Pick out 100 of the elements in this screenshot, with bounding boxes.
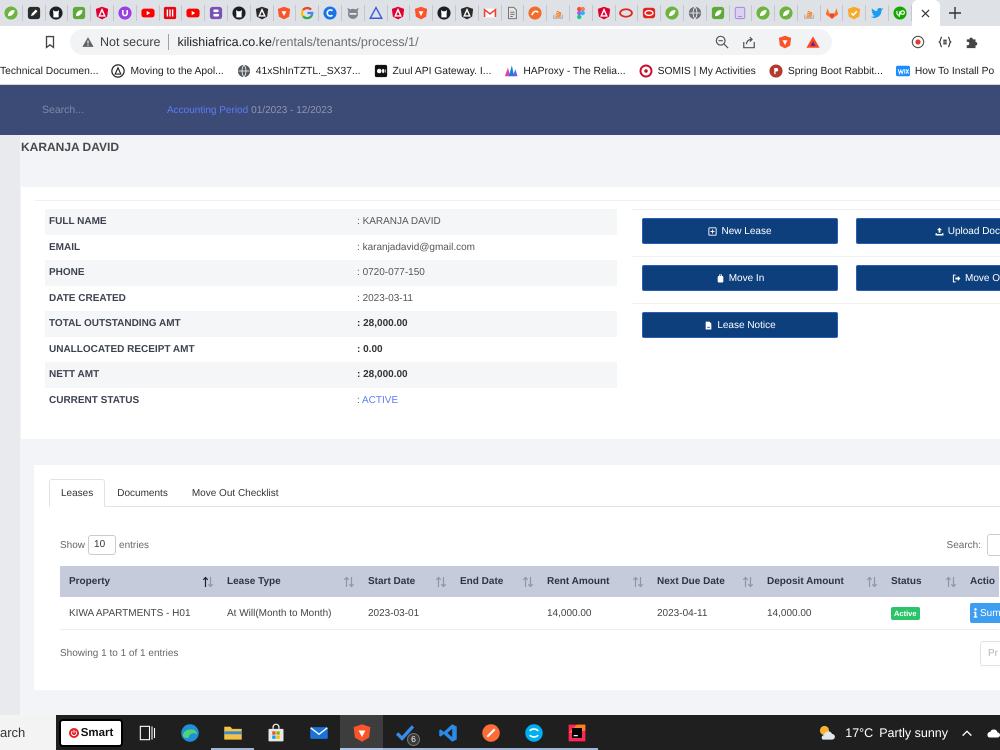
bars-square-icon	[209, 6, 224, 20]
play-icon	[186, 6, 200, 20]
warning-icon[interactable]	[82, 36, 94, 48]
bookmark-item[interactable]: 41xShInTZTL._SX37...	[236, 64, 361, 78]
accounting-period-value: 01/2023 - 12/2023	[251, 104, 332, 116]
search-field[interactable]: arch	[0, 715, 56, 750]
column-header[interactable]: Status	[882, 566, 961, 597]
bookmark-item[interactable]: HAProxy - The Relia...	[504, 64, 626, 78]
braces-icon[interactable]	[938, 35, 952, 49]
url-text[interactable]: kilishiafrica.co.ke/rentals/tenants/process/1/	[177, 35, 419, 49]
puzzle-icon[interactable]	[965, 35, 979, 49]
oval-square-icon	[642, 6, 656, 20]
shield-icon[interactable]	[778, 35, 792, 49]
tablet-icon	[733, 6, 748, 20]
triangle-circle-icon	[111, 64, 126, 78]
taskbar-app[interactable]	[340, 715, 383, 750]
column-header[interactable]: Lease Type	[218, 566, 359, 597]
shield-icon	[596, 6, 611, 20]
field-value: : karanjadavid@gmail.com	[356, 234, 617, 260]
upload-button[interactable]: Upload Doc	[856, 218, 1000, 244]
pencil-square-icon	[26, 6, 41, 20]
globe-icon	[688, 6, 702, 20]
sort-icon[interactable]	[202, 576, 214, 588]
cloud-icon[interactable]	[986, 728, 1000, 738]
entries-label: entries	[119, 540, 150, 550]
leaf-circle-icon	[756, 6, 770, 20]
tenant-name-heading: KARANJA DAVID	[21, 139, 120, 156]
pinned-shortcut[interactable]: Smart	[59, 718, 123, 746]
lease-notice-button[interactable]: Lease Notice	[642, 312, 838, 338]
info-icon	[973, 608, 978, 618]
square-logo-icon	[566, 722, 586, 742]
share-icon[interactable]	[742, 35, 756, 49]
ribbon-icon	[438, 722, 458, 742]
field-label: EMAIL	[45, 234, 356, 260]
table-info: Showing 1 to 1 of 1 entries	[60, 648, 178, 659]
shield-icon	[460, 6, 474, 20]
new-lease-button[interactable]: New Lease	[642, 218, 838, 244]
field-label: TOTAL OUTSTANDING AMT	[45, 311, 356, 336]
dots-square-icon	[374, 64, 388, 78]
tab[interactable]: Move Out Checklist	[180, 479, 291, 507]
field-value: : ACTIVE	[356, 388, 617, 413]
tab[interactable]: Leases	[49, 479, 106, 507]
zoom-out-icon[interactable]	[715, 35, 729, 49]
target-icon	[638, 64, 653, 78]
bookmark-icon[interactable]	[43, 35, 57, 49]
ring-icon	[300, 6, 314, 20]
bookmark-item[interactable]: How To Install Po	[896, 64, 994, 78]
play-icon	[140, 6, 155, 20]
column-header[interactable]: Property	[60, 566, 218, 597]
taskbar-app[interactable]: 6	[383, 715, 426, 750]
fox-icon	[824, 6, 839, 20]
column-header[interactable]: Deposit Amount	[758, 566, 882, 597]
document-icon	[505, 6, 520, 20]
globe-icon	[236, 64, 251, 78]
triangle-icon[interactable]	[806, 35, 820, 49]
weather-text[interactable]: Partly sunny	[879, 726, 948, 740]
exit-icon	[952, 274, 961, 282]
shopping-bag-icon	[266, 722, 286, 742]
shield-icon	[391, 6, 406, 20]
search-label: Search:	[946, 540, 981, 550]
move-out-button[interactable]: Move O	[856, 265, 1000, 291]
column-header[interactable]: Rent Amount	[538, 566, 648, 597]
bookmark-item[interactable]: SOMIS | My Activities	[638, 64, 756, 78]
field-label: NETT AMT	[45, 362, 356, 388]
page-size-select[interactable]: 10	[88, 535, 116, 555]
bookmark-item[interactable]: Spring Boot Rabbit...	[768, 64, 883, 78]
field-label: CURRENT STATUS	[45, 388, 356, 413]
column-header[interactable]: Next Due Date	[648, 566, 758, 597]
shield-icon	[95, 6, 110, 20]
bookmark-item[interactable]: Technical Documen...	[0, 66, 98, 76]
bookmark-item[interactable]: Zuul API Gateway. I...	[374, 64, 492, 78]
square-logo-icon	[896, 64, 910, 78]
leaf-square-icon	[710, 6, 725, 20]
plus-square-icon	[708, 226, 718, 236]
address-bar[interactable]: Not secure kilishiafrica.co.ke/rentals/tenants/process/1/	[70, 29, 832, 55]
wave-circle-icon	[180, 722, 200, 742]
power-icon	[68, 728, 79, 738]
close-icon[interactable]	[921, 8, 930, 18]
security-label[interactable]: Not secure	[100, 35, 160, 49]
column-header[interactable]: Actio	[961, 566, 999, 597]
suitcase-icon	[716, 274, 725, 282]
animal-head-icon	[346, 6, 360, 20]
leaf-circle-icon	[778, 6, 793, 20]
field-label: FULL NAME	[45, 209, 356, 234]
field-value: : 28,000.00	[356, 311, 617, 336]
table-cell: At Will(Month to Month)	[218, 597, 359, 630]
bookmark-item[interactable]: Moving to the Apol...	[111, 64, 224, 78]
column-header[interactable]: Start Date	[359, 566, 451, 597]
column-header[interactable]: End Date	[451, 566, 538, 597]
tab[interactable]: Documents	[105, 479, 180, 507]
field-value: : KARANJA DAVID	[356, 209, 617, 234]
browser-tab[interactable]	[912, 0, 940, 26]
move-in-button[interactable]: Move In	[642, 265, 838, 291]
search-field[interactable]: Search...	[42, 104, 152, 116]
new-tab-icon[interactable]	[948, 7, 961, 19]
record-icon[interactable]	[911, 35, 925, 49]
temperature-text[interactable]: 17°C	[845, 726, 874, 740]
leaf-circle-icon	[4, 6, 18, 20]
field-value: : 2023-03-11	[356, 286, 617, 311]
search-field[interactable]	[987, 534, 1000, 556]
